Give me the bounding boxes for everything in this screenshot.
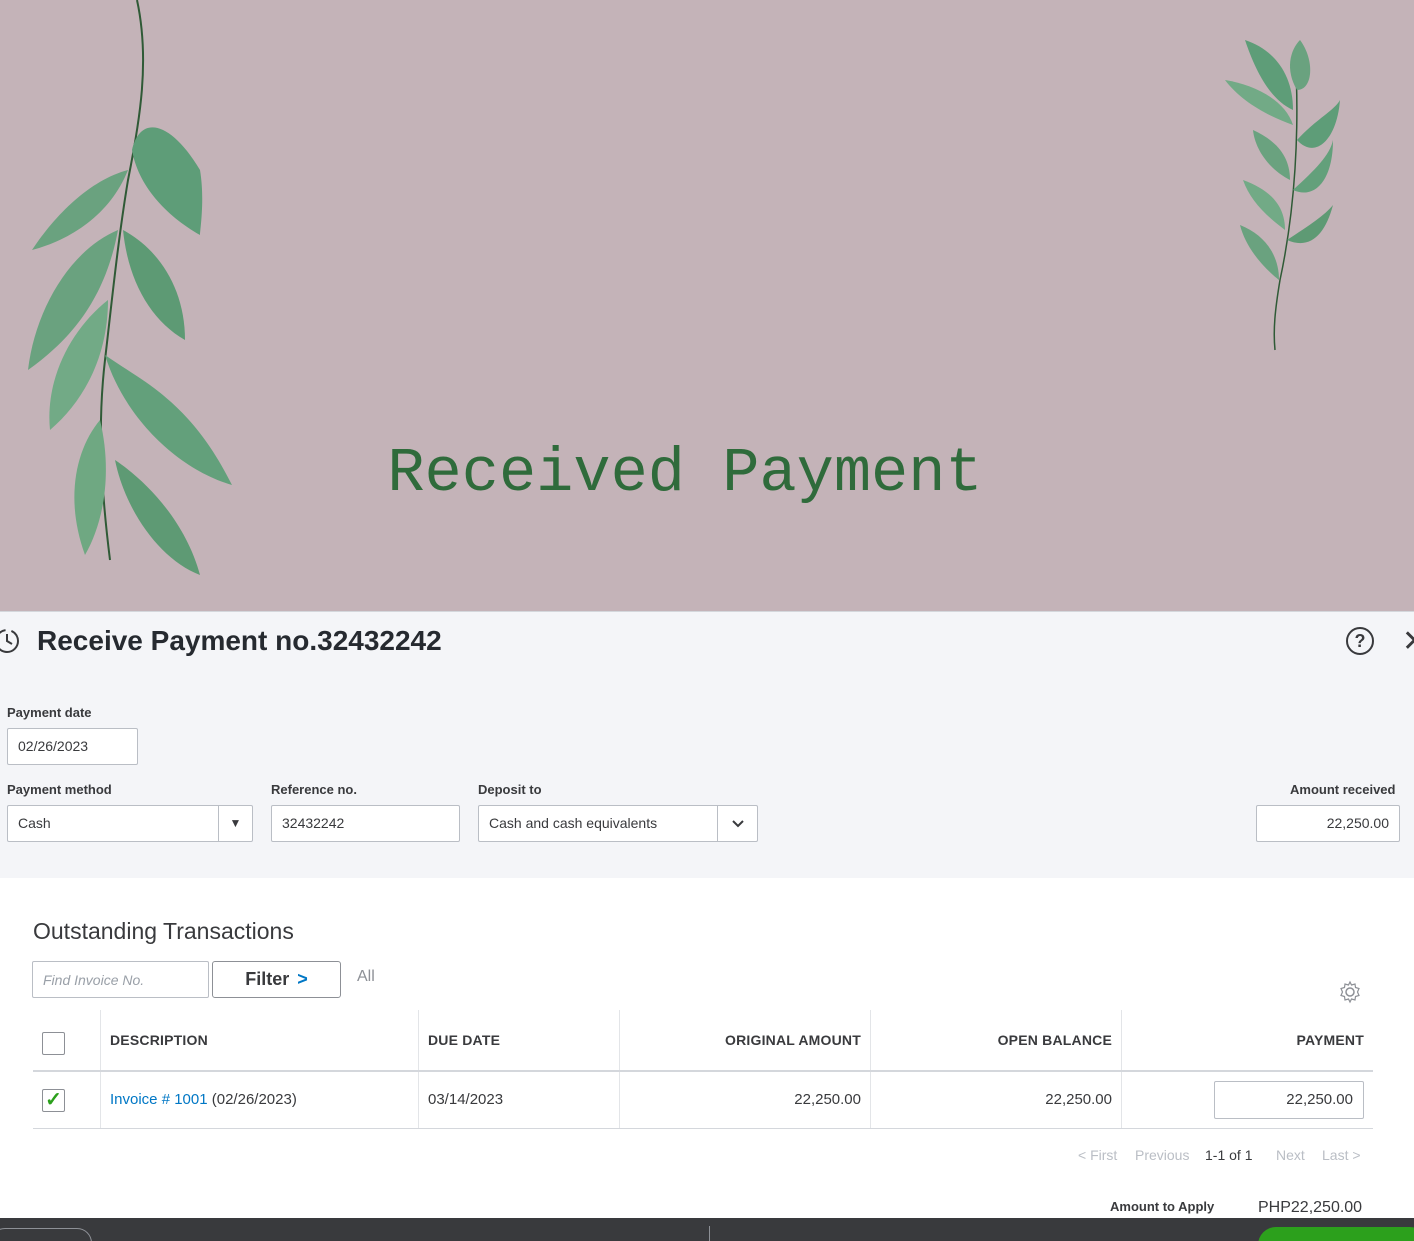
save-button[interactable] [1258,1227,1414,1241]
row-original-amount: 22,250.00 [794,1091,861,1108]
column-divider [100,1010,101,1128]
table-bottom-divider [33,1128,1373,1129]
payment-date-label: Payment date [7,705,92,720]
pager-next[interactable]: Next [1276,1147,1305,1163]
footer-bar [0,1218,1414,1241]
reference-no-field[interactable]: 32432242 [271,805,460,842]
invoice-link[interactable]: Invoice # 1001 [110,1091,208,1108]
gear-icon[interactable] [1338,980,1362,1004]
select-all-checkbox[interactable] [42,1032,65,1055]
leaf-branch-right-icon [1225,40,1340,351]
footer-divider [709,1226,710,1241]
amount-received-field[interactable]: 22,250.00 [1256,805,1400,842]
column-divider [1121,1010,1122,1128]
column-divider [418,1010,419,1128]
column-header-description[interactable]: DESCRIPTION [110,1032,208,1048]
close-icon[interactable]: ✕ [1402,624,1414,659]
chevron-right-icon: > [297,969,308,989]
pager-first[interactable]: < First [1078,1147,1117,1163]
row-open-balance: 22,250.00 [1045,1091,1112,1108]
history-icon[interactable] [0,626,22,656]
cancel-button[interactable] [0,1228,92,1241]
caret-down-icon[interactable]: ▼ [218,806,252,841]
reference-no-label: Reference no. [271,782,357,797]
page-title: Receive Payment no.32432242 [37,625,442,656]
payment-form-header: Receive Payment no.32432242 ? ✕ Payment … [0,611,1414,878]
payment-date-field[interactable]: 02/26/2023 [7,728,138,765]
decorative-banner: Received Payment [0,0,1414,611]
amount-to-apply-label: Amount to Apply [1110,1199,1215,1214]
column-header-payment[interactable]: PAYMENT [1121,1032,1364,1048]
invoice-date: (02/26/2023) [211,1091,297,1108]
row-due-date: 03/14/2023 [428,1091,504,1108]
deposit-to-value: Cash and cash equivalents [489,815,658,831]
payment-method-select[interactable]: Cash ▼ [7,805,253,842]
column-header-open-balance[interactable]: OPEN BALANCE [870,1032,1112,1048]
header-divider [33,1070,1373,1072]
filter-scope-label: All [357,968,375,985]
deposit-to-label: Deposit to [478,782,542,797]
pager-range: 1-1 of 1 [1205,1147,1253,1163]
column-divider [870,1010,871,1128]
filter-button[interactable]: Filter > [212,961,341,998]
pager-previous[interactable]: Previous [1135,1147,1189,1163]
chevron-down-icon[interactable] [717,806,757,841]
outstanding-transactions-title: Outstanding Transactions [33,918,294,944]
payment-method-value: Cash [18,815,51,831]
row-payment-input[interactable]: 22,250.00 [1214,1081,1364,1119]
amount-received-label: Amount received [1290,782,1396,797]
leaf-branch-left-icon [28,0,232,575]
row-checkbox[interactable]: ✓ [42,1089,65,1112]
column-header-original-amount[interactable]: ORIGINAL AMOUNT [619,1032,861,1048]
pager-last[interactable]: Last > [1322,1147,1361,1163]
banner-title: Received Payment [387,438,983,509]
row-description: Invoice # 1001 (02/26/2023) [110,1091,297,1108]
payment-method-label: Payment method [7,782,112,797]
deposit-to-select[interactable]: Cash and cash equivalents [478,805,758,842]
column-divider [619,1010,620,1128]
column-header-due-date[interactable]: DUE DATE [428,1032,500,1048]
help-icon[interactable]: ? [1346,627,1374,655]
filter-button-label: Filter [245,969,290,989]
find-invoice-input[interactable] [32,961,209,998]
amount-to-apply-value: PHP22,250.00 [1258,1199,1363,1216]
